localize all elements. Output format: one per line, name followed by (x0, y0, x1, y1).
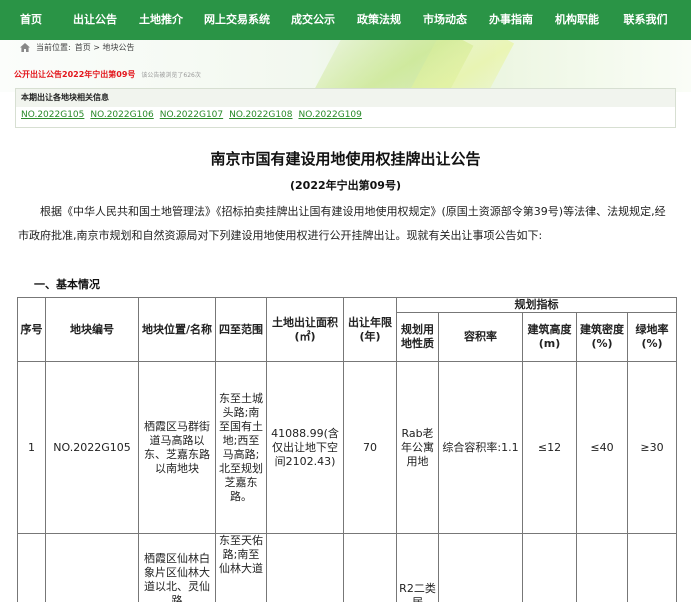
related-parcels-header: 本期出让各地块相关信息 (16, 89, 675, 107)
breadcrumb-prefix: 当前位置: (36, 42, 71, 52)
cell-code (45, 533, 139, 602)
document-title: 南京市国有建设用地使用权挂牌出让公告 (210, 150, 481, 168)
cell-code: NO.2022G105 (45, 361, 139, 534)
cell-location: 栖霞区马群街道马高路以东、芝嘉东路以南地块 (138, 361, 216, 534)
cell-boundary: 东至天佑路;南至仙林大道 (215, 533, 267, 602)
announcement-title: 公开出让公告2022年宁出第09号 (14, 70, 136, 79)
header-indicators: 规划指标 (395, 297, 678, 313)
breadcrumb-path[interactable]: 首页 > 地块公告 (75, 42, 135, 53)
home-icon (20, 42, 30, 52)
header-height: 建筑高度(m) (522, 312, 577, 362)
intro-paragraph: 根据《中华人民共和国土地管理法》《招标拍卖挂牌出让国有建设用地使用权规定》(原国… (18, 205, 666, 242)
header-area: 土地出让面积(㎡) (266, 297, 344, 362)
breadcrumb: 当前位置: 首页 > 地块公告 (20, 40, 135, 54)
section-heading: 一、基本情况 (34, 278, 100, 291)
header-code: 地块编号 (45, 297, 139, 362)
nav-contact[interactable]: 联系我们 (610, 0, 681, 40)
header-boundary: 四至范围 (215, 297, 267, 362)
header-use: 规划用地性质 (396, 312, 439, 362)
cell-seq: 1 (17, 361, 46, 534)
cell-far: 综合容积率:1.1 (438, 361, 523, 534)
cell-green: ≥30 (626, 361, 678, 534)
table-row: 栖霞区仙林白象片区仙林大道以北、灵仙路 东至天佑路;南至仙林大道 R2二类居 (17, 533, 678, 602)
cell-density (576, 533, 628, 602)
nav-home[interactable]: 首页 (0, 0, 62, 40)
document-subtitle: (2022年宁出第09号) (290, 179, 401, 192)
cell-height (522, 533, 577, 602)
nav-online-trading[interactable]: 网上交易系统 (194, 0, 280, 40)
related-parcels-box: 本期出让各地块相关信息 NO.2022G105 NO.2022G106 NO.2… (15, 88, 676, 128)
header-density: 建筑密度(%) (576, 312, 628, 362)
nav-market-news[interactable]: 市场动态 (412, 0, 478, 40)
parcel-link[interactable]: NO.2022G107 (160, 110, 223, 120)
nav-transfer-notice[interactable]: 出让公告 (62, 0, 128, 40)
cell-density: ≤40 (576, 361, 628, 534)
nav-land-promotion[interactable]: 土地推介 (128, 0, 194, 40)
parcel-link[interactable]: NO.2022G105 (21, 110, 84, 120)
parcel-link[interactable]: NO.2022G108 (229, 110, 292, 120)
parcel-table: 序号 地块编号 地块位置/名称 四至范围 土地出让面积(㎡) 出让年限(年) 规… (17, 297, 678, 602)
header-term: 出让年限(年) (343, 297, 397, 362)
nav-institution[interactable]: 机构职能 (544, 0, 610, 40)
cell-area (266, 533, 344, 602)
cell-green (626, 533, 678, 602)
related-parcels-links: NO.2022G105 NO.2022G106 NO.2022G107 NO.2… (16, 107, 675, 120)
cell-use: R2二类居 (396, 533, 439, 602)
view-count: 该公告被浏览了626次 (141, 72, 201, 79)
cell-height: ≤12 (522, 361, 577, 534)
header-green: 绿地率(%) (626, 312, 678, 362)
cell-use: Rab老年公寓用地 (396, 361, 439, 534)
cell-boundary: 东至土城头路;南至国有土地;西至马高路;北至规划芝嘉东路。 (215, 361, 267, 534)
header-seq: 序号 (17, 297, 46, 362)
cell-location: 栖霞区仙林白象片区仙林大道以北、灵仙路 (138, 533, 216, 602)
cell-area: 41088.99(含仅出让地下空间2102.43) (266, 361, 344, 534)
nav-deal-publicity[interactable]: 成交公示 (280, 0, 346, 40)
cell-far (438, 533, 523, 602)
nav-guide[interactable]: 办事指南 (478, 0, 544, 40)
cell-term (343, 533, 397, 602)
announcement-line: 公开出让公告2022年宁出第09号 该公告被浏览了626次 (14, 69, 201, 80)
parcel-link[interactable]: NO.2022G109 (299, 110, 362, 120)
header-location: 地块位置/名称 (138, 297, 216, 362)
cell-term: 70 (343, 361, 397, 534)
header-far: 容积率 (438, 312, 523, 362)
cell-seq (17, 533, 46, 602)
nav-policy[interactable]: 政策法规 (346, 0, 412, 40)
table-row: 1 NO.2022G105 栖霞区马群街道马高路以东、芝嘉东路以南地块 东至土城… (17, 361, 678, 534)
parcel-link[interactable]: NO.2022G106 (90, 110, 153, 120)
top-navigation: 首页 出让公告 土地推介 网上交易系统 成交公示 政策法规 市场动态 办事指南 … (0, 0, 691, 40)
